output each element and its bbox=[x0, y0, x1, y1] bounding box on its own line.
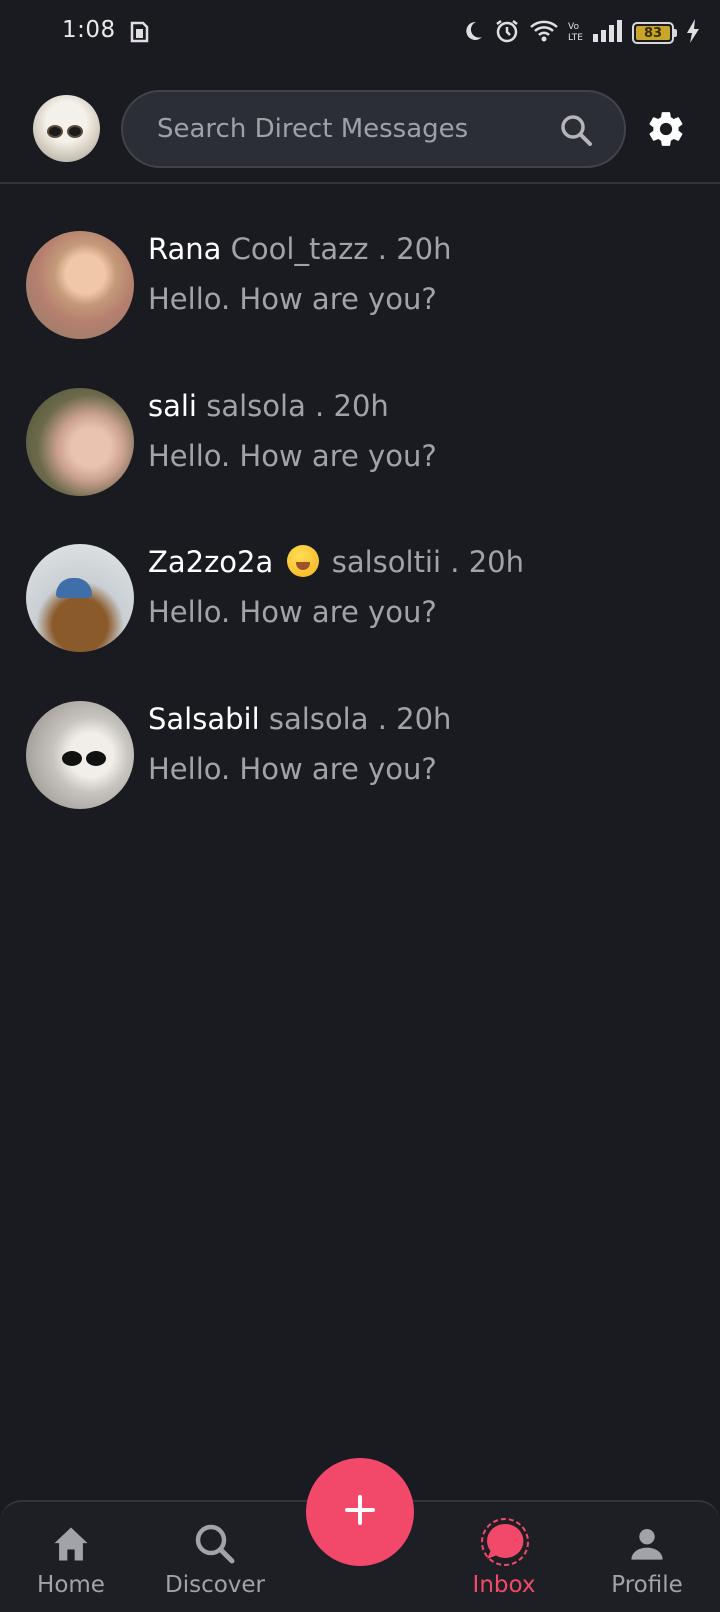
battery-level: 83 bbox=[636, 26, 670, 41]
nav-profile-label: Profile bbox=[611, 1572, 683, 1598]
settings-gear-icon[interactable] bbox=[645, 108, 687, 150]
contact-avatar[interactable] bbox=[26, 544, 134, 652]
nav-home[interactable]: Home bbox=[6, 1502, 136, 1612]
contact-name: Salsabil bbox=[148, 701, 260, 736]
nav-inbox[interactable]: Inbox bbox=[439, 1502, 569, 1612]
contact-handle-time: salsola . 20h bbox=[206, 388, 389, 423]
conversation-item[interactable]: Salsabil salsola . 20h Hello. How are yo… bbox=[0, 682, 720, 839]
alarm-icon bbox=[494, 18, 520, 48]
last-message-preview: Hello. How are you? bbox=[148, 282, 437, 316]
status-icons: Vo LTE 83 bbox=[461, 18, 700, 48]
conversation-item[interactable]: Za2zo2a salsoltii . 20h Hello. How are y… bbox=[0, 525, 720, 682]
volte-icon: Vo LTE bbox=[568, 19, 584, 47]
contact-handle-time: salsola . 20h bbox=[268, 701, 452, 736]
new-message-button[interactable] bbox=[306, 1458, 414, 1566]
svg-text:LTE: LTE bbox=[568, 33, 583, 43]
person-icon bbox=[625, 1522, 669, 1566]
contact-avatar[interactable] bbox=[26, 387, 134, 496]
conversation-item[interactable]: Rana Cool_tazz . 20h Hello. How are you? bbox=[0, 212, 720, 369]
inbox-header: Search Direct Messages bbox=[0, 66, 720, 184]
conversation-item[interactable]: sali salsola . 20h Hello. How are you? bbox=[0, 369, 720, 526]
inbox-screen: 1:08 Vo LTE 83 Search Direct Messages Ra… bbox=[0, 0, 720, 1612]
last-message-preview: Hello. How are you? bbox=[148, 438, 437, 473]
contact-name: sali bbox=[148, 388, 197, 423]
nav-inbox-label: Inbox bbox=[472, 1572, 536, 1598]
contact-name: Rana bbox=[148, 232, 222, 266]
conversation-header: Salsabil salsola . 20h bbox=[148, 702, 451, 736]
do-not-disturb-moon-icon bbox=[461, 19, 485, 47]
nav-home-label: Home bbox=[37, 1572, 105, 1598]
contact-name: Za2zo2a bbox=[148, 545, 274, 579]
conversation-list: Rana Cool_tazz . 20h Hello. How are you?… bbox=[0, 212, 720, 838]
last-message-preview: Hello. How are you? bbox=[148, 751, 437, 786]
conversation-header: Za2zo2a salsoltii . 20h bbox=[148, 545, 524, 579]
sim-card-icon bbox=[130, 20, 152, 48]
search-icon[interactable] bbox=[558, 112, 594, 148]
signal-strength-icon bbox=[593, 20, 623, 46]
charging-bolt-icon bbox=[686, 19, 700, 47]
my-profile-avatar[interactable] bbox=[33, 95, 100, 162]
status-bar: 1:08 Vo LTE 83 bbox=[0, 0, 720, 66]
search-direct-messages-input[interactable]: Search Direct Messages bbox=[121, 90, 626, 168]
yawning-face-emoji-icon bbox=[286, 545, 319, 577]
home-icon bbox=[49, 1522, 93, 1566]
search-icon bbox=[193, 1522, 237, 1566]
conversation-header: Rana Cool_tazz . 20h bbox=[148, 232, 451, 266]
svg-text:Vo: Vo bbox=[568, 22, 579, 32]
wifi-icon bbox=[529, 19, 559, 47]
nav-discover[interactable]: Discover bbox=[150, 1502, 280, 1612]
contact-avatar[interactable] bbox=[26, 231, 134, 339]
status-time: 1:08 bbox=[62, 17, 116, 43]
chat-bubble-icon bbox=[478, 1518, 530, 1570]
contact-handle-time: salsoltii . 20h bbox=[331, 545, 524, 579]
contact-avatar[interactable] bbox=[26, 700, 134, 809]
search-placeholder: Search Direct Messages bbox=[157, 114, 469, 144]
nav-discover-label: Discover bbox=[164, 1572, 266, 1598]
contact-handle-time: Cool_tazz . 20h bbox=[230, 232, 452, 266]
conversation-header: sali salsola . 20h bbox=[148, 389, 389, 423]
nav-profile[interactable]: Profile bbox=[582, 1502, 712, 1612]
plus-icon bbox=[343, 1493, 377, 1531]
last-message-preview: Hello. How are you? bbox=[148, 595, 437, 629]
battery-icon: 83 bbox=[632, 22, 677, 44]
